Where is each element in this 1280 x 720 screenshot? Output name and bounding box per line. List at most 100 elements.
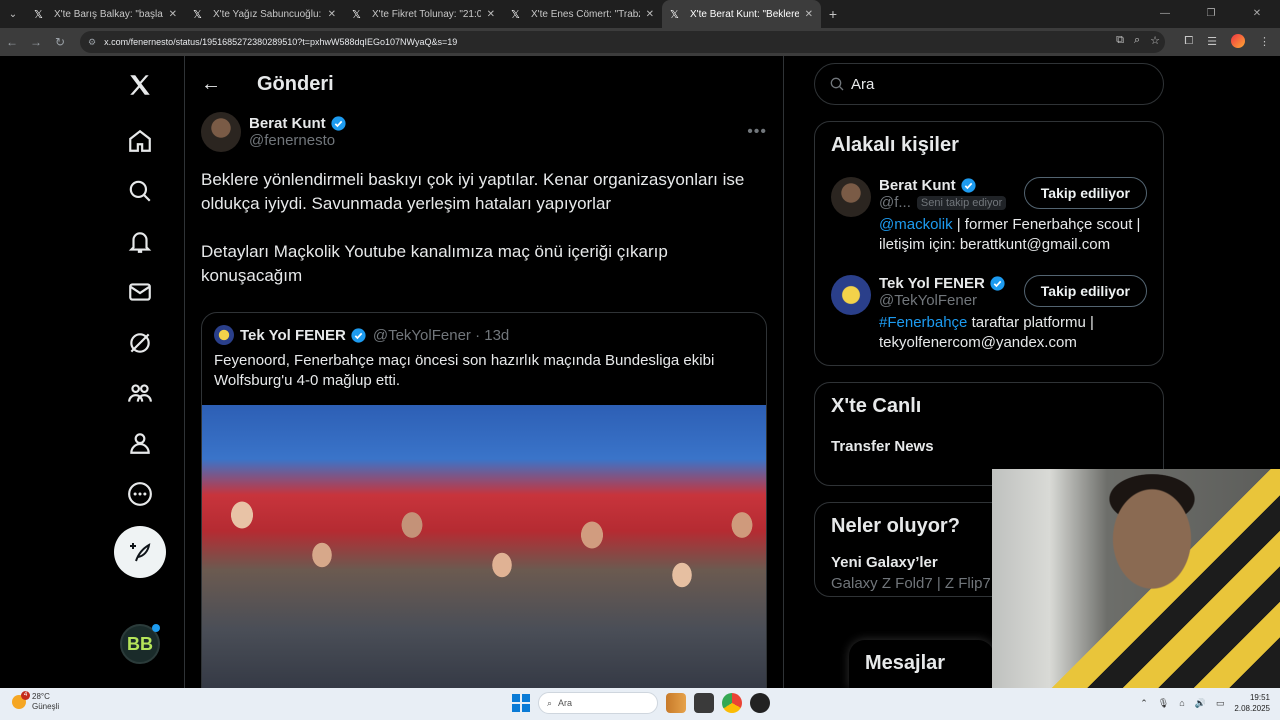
clock-date: 2.08.2025 xyxy=(1234,704,1270,713)
messages-drawer[interactable]: Mesajlar xyxy=(849,640,994,688)
follows-you-badge: Seni takip ediyor xyxy=(916,195,1007,210)
tab-title: X'te Enes Cömert: "Trabzonspor xyxy=(531,8,640,20)
obs-icon[interactable] xyxy=(750,693,770,713)
tab-search-icon[interactable]: ⌄ xyxy=(0,0,26,28)
network-icon[interactable]: ⌂ xyxy=(1179,698,1184,708)
bio-mention-link[interactable]: @mackolik xyxy=(879,216,953,233)
close-icon[interactable]: ✕ xyxy=(169,9,177,20)
microphone-icon[interactable]: 🎙 xyxy=(1158,698,1169,709)
profile-avatar-icon[interactable] xyxy=(1231,34,1245,48)
minimize-icon[interactable]: — xyxy=(1142,0,1188,28)
more-options-icon[interactable] xyxy=(114,468,166,520)
x-logo-icon[interactable] xyxy=(114,59,166,111)
task-view-icon[interactable] xyxy=(694,693,714,713)
reading-list-icon[interactable]: ☰ xyxy=(1207,35,1217,48)
post: Berat Kunt @fenernesto ••• Beklere yönle… xyxy=(185,112,783,688)
explore-search-icon[interactable] xyxy=(114,165,166,217)
tray-overflow-icon[interactable]: ⌃ xyxy=(1140,698,1148,709)
following-button[interactable]: Takip ediliyor xyxy=(1023,275,1147,307)
extension-icons: ⧠ ☰ ⋮ xyxy=(1184,34,1270,48)
volume-icon[interactable]: 🔊 xyxy=(1195,698,1206,709)
person-handle-row: @f... Seni takip ediyor xyxy=(879,194,1016,211)
author-name: Berat Kunt xyxy=(249,115,326,132)
compose-post-button[interactable] xyxy=(114,526,166,578)
x-logo-icon: 𝕏 xyxy=(352,7,361,21)
tab-title: X'te Yağız Sabuncuoğlu: "Kerem xyxy=(213,8,322,20)
author-name-row[interactable]: Berat Kunt xyxy=(249,115,347,132)
weather-widget[interactable]: 4 28°C Güneşli xyxy=(12,691,60,712)
webcam-overlay xyxy=(992,469,1280,688)
bread-widget-icon[interactable] xyxy=(666,693,686,713)
person-handle-row: @TekYolFener xyxy=(879,292,1016,309)
browser-tab[interactable]: 𝕏 X'te Barış Balkay: "başladık." / X ✕ xyxy=(26,0,185,28)
person-bio: #Fenerbahçe taraftar platformu | tekyolf… xyxy=(879,313,1147,353)
x-logo-icon: 𝕏 xyxy=(511,7,520,21)
verified-badge-icon[interactable] xyxy=(330,115,347,132)
quoted-post[interactable]: Tek Yol FENER @TekYolFener · 13d Feyenoo… xyxy=(201,312,767,688)
author-avatar[interactable] xyxy=(201,112,241,152)
live-title: X'te Canlı xyxy=(831,395,922,417)
related-person[interactable]: Berat Kunt @f... Seni takip ediyor Takip… xyxy=(815,169,1163,267)
back-arrow-icon[interactable]: ← xyxy=(201,73,235,96)
messages-envelope-icon[interactable] xyxy=(114,266,166,318)
grok-icon[interactable] xyxy=(114,317,166,369)
taskbar-search-label: Ara xyxy=(558,698,573,708)
maximize-icon[interactable]: ❐ xyxy=(1188,0,1234,28)
address-bar: ← → ↻ ⚙ x.com/fenernesto/status/19516852… xyxy=(0,28,1280,56)
forward-icon[interactable]: → xyxy=(24,35,48,49)
browser-tab[interactable]: 𝕏 X'te Enes Cömert: "Trabzonspor ✕ xyxy=(503,0,662,28)
search-icon: ⌕ xyxy=(547,697,553,708)
taskbar-search[interactable]: ⌕ Ara xyxy=(538,692,658,714)
notifications-bell-icon[interactable] xyxy=(114,216,166,268)
browser-tab[interactable]: 𝕏 X'te Yağız Sabuncuoğlu: "Kerem ✕ xyxy=(185,0,344,28)
close-icon[interactable]: ✕ xyxy=(328,9,336,20)
weather-desc: Güneşli xyxy=(32,702,60,711)
author-handle[interactable]: @fenernesto xyxy=(249,132,347,149)
x-logo-icon: 𝕏 xyxy=(670,7,679,21)
url-field[interactable]: ⚙ x.com/fenernesto/status/19516852723802… xyxy=(80,31,1165,53)
bookmark-star-icon[interactable]: ☆ xyxy=(1150,34,1160,47)
clock[interactable]: 19:51 2.08.2025 xyxy=(1234,692,1270,714)
verified-badge-icon xyxy=(351,327,366,343)
close-window-icon[interactable]: ✕ xyxy=(1234,0,1280,28)
browser-tab[interactable]: 𝕏 X'te Fikret Tolunay: "21:00-23:00 ✕ xyxy=(344,0,503,28)
close-icon[interactable]: ✕ xyxy=(646,9,654,20)
close-icon[interactable]: ✕ xyxy=(487,9,495,20)
new-tab-icon[interactable]: + xyxy=(821,6,845,22)
home-icon[interactable] xyxy=(114,115,166,167)
chrome-icon[interactable] xyxy=(722,693,742,713)
person-avatar[interactable] xyxy=(831,177,871,217)
reload-icon[interactable]: ↻ xyxy=(48,35,72,49)
extensions-icon[interactable]: ⧠ xyxy=(1184,35,1193,48)
quote-image-crowd[interactable] xyxy=(202,405,766,688)
post-author: Berat Kunt @fenernesto ••• xyxy=(201,112,767,152)
main-column: ← Gönderi Berat Kunt @fenernesto ••• Bek… xyxy=(184,56,784,688)
browser-menu-icon[interactable]: ⋮ xyxy=(1259,35,1270,48)
person-name: Berat Kunt xyxy=(879,177,956,194)
browser-tab-active[interactable]: 𝕏 X'te Berat Kunt: "Beklere yönlen ✕ xyxy=(662,0,821,28)
following-button[interactable]: Takip ediliyor xyxy=(1023,177,1147,209)
profile-icon[interactable] xyxy=(114,417,166,469)
tab-title: X'te Barış Balkay: "başladık." / X xyxy=(54,8,163,20)
close-icon[interactable]: ✕ xyxy=(805,9,813,20)
site-info-icon[interactable]: ⚙ xyxy=(88,37,96,48)
person-avatar[interactable] xyxy=(831,275,871,315)
url-actions: ⧉ ⌕ ☆ xyxy=(1116,34,1160,47)
bio-hashtag-link[interactable]: #Fenerbahçe xyxy=(879,314,967,331)
taskbar-apps: ⌕ Ara xyxy=(512,692,770,714)
more-options-icon[interactable]: ••• xyxy=(747,123,767,141)
search-input[interactable]: Ara xyxy=(814,63,1164,105)
related-person[interactable]: Tek Yol FENER @TekYolFener Takip ediliyo… xyxy=(815,267,1163,365)
battery-icon[interactable]: ▭ xyxy=(1216,698,1225,709)
back-icon[interactable]: ← xyxy=(0,35,24,49)
account-avatar[interactable]: BB xyxy=(120,624,160,664)
zoom-icon[interactable]: ⌕ xyxy=(1134,34,1140,47)
browser-tabbar: ⌄ 𝕏 X'te Barış Balkay: "başladık." / X ✕… xyxy=(0,0,1280,28)
weather-temp: 28°C xyxy=(32,692,50,701)
windows-start-icon[interactable] xyxy=(512,694,530,712)
person-bio: @mackolik | former Fenerbahçe scout | il… xyxy=(879,215,1147,255)
install-app-icon[interactable]: ⧉ xyxy=(1116,34,1124,47)
communities-icon[interactable] xyxy=(114,367,166,419)
weather-badge: 4 xyxy=(21,691,30,700)
post-text-paragraph: Detayları Maçkolik Youtube kanalımıza ma… xyxy=(201,242,668,285)
